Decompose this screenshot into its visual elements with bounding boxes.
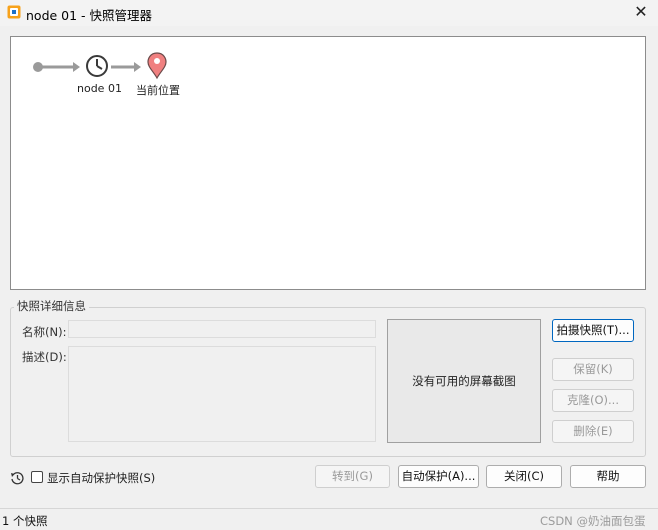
show-autoprotect-label[interactable]: 显示自动保护快照(S) <box>47 470 155 486</box>
name-label: 名称(N): <box>22 325 67 339</box>
close-button[interactable]: 关闭(C) <box>486 465 562 488</box>
vmware-app-icon <box>7 5 21 19</box>
help-button[interactable]: 帮助 <box>570 465 646 488</box>
arrow-icon <box>73 62 80 72</box>
arrow-icon <box>134 62 141 72</box>
clock-snapshot-icon[interactable] <box>86 55 108 77</box>
close-window-button[interactable]: ✕ <box>632 3 650 21</box>
root-dot-icon <box>33 62 43 72</box>
current-position-label: 当前位置 <box>136 84 180 97</box>
watermark-text: CSDN @奶油面包蛋 <box>540 514 646 528</box>
take-snapshot-button[interactable]: 拍摄快照(T)... <box>552 319 634 342</box>
name-field <box>68 320 376 338</box>
title-bar: node 01 - 快照管理器 ✕ <box>0 0 658 26</box>
snapshot-node-label[interactable]: node 01 <box>77 82 122 95</box>
keep-button[interactable]: 保留(K) <box>552 358 634 381</box>
description-field <box>68 346 376 442</box>
clone-button[interactable]: 克隆(O)... <box>552 389 634 412</box>
goto-button[interactable]: 转到(G) <box>315 465 390 488</box>
screenshot-preview: 没有可用的屏幕截图 <box>387 319 541 443</box>
description-label: 描述(D): <box>22 350 67 364</box>
autoprotect-button[interactable]: 自动保护(A)... <box>398 465 479 488</box>
snapshot-tree-canvas[interactable]: node 01 当前位置 <box>10 36 646 290</box>
delete-button[interactable]: 删除(E) <box>552 420 634 443</box>
status-bar: 1 个快照 CSDN @奶油面包蛋 <box>0 508 658 530</box>
location-pin-icon <box>147 52 167 80</box>
window-title: node 01 - 快照管理器 <box>26 8 153 23</box>
snapshot-count: 1 个快照 <box>2 514 48 528</box>
details-group-title: 快照详细信息 <box>14 298 89 314</box>
show-autoprotect-checkbox[interactable] <box>31 471 43 483</box>
history-icon <box>11 472 24 485</box>
no-screenshot-text: 没有可用的屏幕截图 <box>412 374 516 388</box>
